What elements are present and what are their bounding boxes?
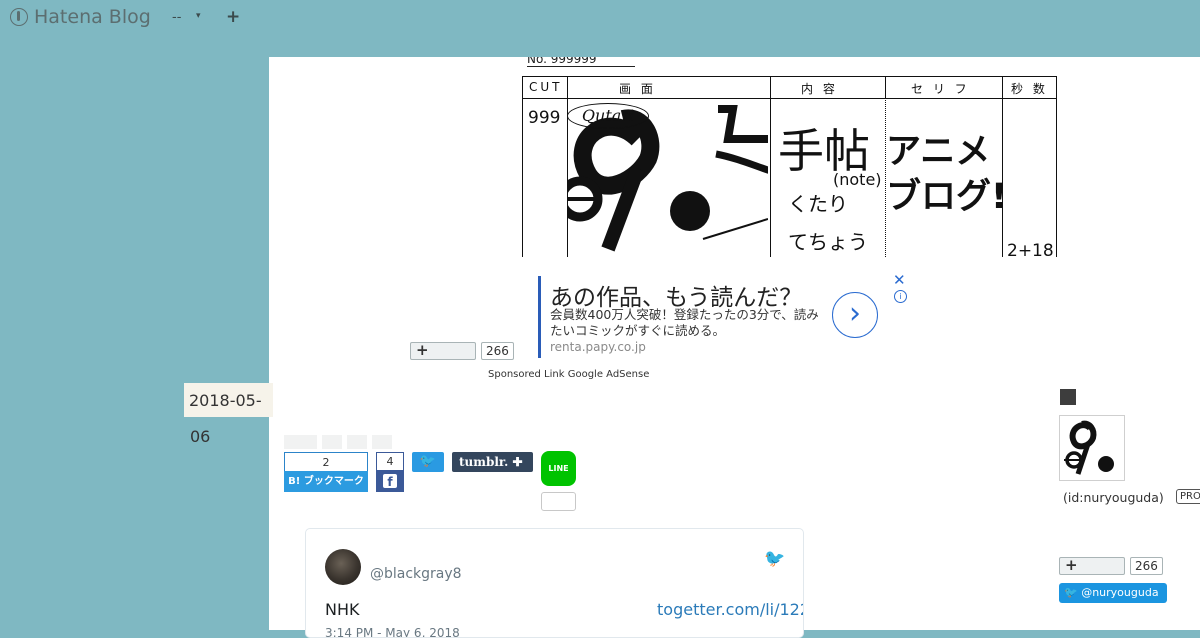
placeholder-block <box>284 435 317 449</box>
post-date[interactable]: 2018-05- <box>184 383 273 417</box>
close-icon[interactable]: ✕ <box>893 271 906 289</box>
column-header-cut: CUT <box>529 80 563 94</box>
seconds-value: 2+18 <box>1007 241 1054 257</box>
placeholder-block <box>347 435 367 449</box>
reading-techou: てちょう <box>788 230 868 254</box>
plus-icon: + <box>416 341 429 359</box>
user-id[interactable]: (id:nuryouguda) <box>1063 490 1164 505</box>
blog-header-image[interactable]: No. 999999 CUT 画 面 内 容 セ リ フ 秒 数 999 Qut… <box>521 57 1059 257</box>
subscribe-button[interactable]: + <box>410 341 476 360</box>
reading-kutari: くたり <box>788 192 848 216</box>
tweet-text: NHK <box>325 600 360 619</box>
hatena-bookmark-button[interactable]: 2 B! ブックマーク <box>284 452 368 492</box>
facebook-button[interactable]: f <box>376 471 404 492</box>
add-post-button[interactable]: + <box>226 7 240 27</box>
ad-url[interactable]: renta.papy.co.jp <box>550 340 646 354</box>
column-header-seconds: 秒 数 <box>1011 82 1048 96</box>
account-menu-label[interactable]: -- <box>172 10 181 25</box>
twitter-follow-button[interactable]: 🐦 @nuryouguda <box>1059 583 1167 603</box>
column-header-content: 内 容 <box>801 82 838 96</box>
post-date-day: 06 <box>190 427 211 446</box>
placeholder-block <box>372 435 392 449</box>
embedded-tweet[interactable]: @blackgray8 🐦 NHK togetter.com/li/122 3:… <box>305 528 804 638</box>
ad-banner[interactable]: あの作品、もう読んだ？ 会員数400万人突破！登録たったの3分で、読みたいコミッ… <box>538 271 911 358</box>
post-date-year-month: 2018-05- <box>189 391 262 410</box>
blog-text: ブログ! <box>886 177 1007 217</box>
avatar[interactable] <box>325 549 361 585</box>
facebook-share-count: 4 <box>376 452 404 471</box>
profile-image[interactable] <box>1059 415 1125 481</box>
tumblr-share-button[interactable]: tumblr. ✚ <box>452 452 533 472</box>
storyboard-sheet: CUT 画 面 内 容 セ リ フ 秒 数 999 Qutari 手帖 (not… <box>522 76 1057 257</box>
profile-logo-icon <box>1064 420 1114 475</box>
twitter-bird-icon[interactable]: 🐦 <box>764 549 785 569</box>
line-icon: LINE <box>548 464 569 473</box>
sheet-number: No. 999999 <box>527 57 635 67</box>
column-header-dialogue: セ リ フ <box>911 82 970 96</box>
ad-description[interactable]: 会員数400万人突破！登録たったの3分で、読みたいコミックがすぐに読める。 <box>550 307 820 339</box>
hatena-logo-icon <box>10 8 28 26</box>
line-share-count <box>541 492 576 511</box>
facebook-share-button[interactable]: 4 f <box>376 452 404 492</box>
sheet-divider <box>770 77 771 257</box>
plus-icon: ✚ <box>512 455 523 469</box>
note-label: (note) <box>833 170 882 189</box>
sheet-divider <box>1002 77 1003 257</box>
twitter-follow-label: @nuryouguda <box>1081 586 1159 599</box>
qutari-logo-text: Qutari <box>567 103 649 129</box>
anime-text: アニメ <box>886 132 991 172</box>
tweet-timestamp[interactable]: 3:14 PM - May 6, 2018 <box>325 626 460 637</box>
hatena-bookmark-count: 2 <box>284 452 368 471</box>
line-share-button[interactable]: LINE <box>541 451 576 486</box>
tweet-handle[interactable]: @blackgray8 <box>370 566 462 582</box>
chevron-down-icon[interactable]: ▾ <box>196 11 201 21</box>
top-bar: Hatena Blog -- ▾ + <box>0 0 1200 40</box>
sidebar-subscribe-button[interactable]: + <box>1059 556 1125 575</box>
twitter-share-button[interactable]: 🐦 <box>412 452 444 472</box>
cut-number: 999 <box>528 108 561 128</box>
sponsored-label: Sponsored Link Google AdSense <box>488 369 650 380</box>
hatena-blog-logo[interactable]: Hatena Blog <box>10 6 151 28</box>
logo-text: Hatena Blog <box>34 6 151 28</box>
sheet-header-row <box>523 77 1056 99</box>
chevron-right-icon[interactable]: › <box>832 292 878 338</box>
pro-badge: PRO <box>1176 489 1200 504</box>
placeholder-block <box>322 435 342 449</box>
sheet-divider <box>885 77 886 98</box>
subscriber-count: 266 <box>481 342 514 360</box>
sidebar-subscriber-count: 266 <box>1130 557 1163 575</box>
twitter-icon: 🐦 <box>1064 586 1082 599</box>
info-icon[interactable]: i <box>894 290 907 303</box>
tweet-link[interactable]: togetter.com/li/122 <box>657 600 803 619</box>
plus-icon: + <box>1065 556 1078 574</box>
tumblr-label: tumblr. <box>459 455 509 469</box>
column-header-screen: 画 面 <box>619 82 656 96</box>
facebook-icon: f <box>383 474 397 489</box>
hatena-bookmark-label[interactable]: B! ブックマーク <box>284 471 368 492</box>
twitter-icon: 🐦 <box>419 454 437 469</box>
sidebar-section-marker <box>1060 389 1076 405</box>
